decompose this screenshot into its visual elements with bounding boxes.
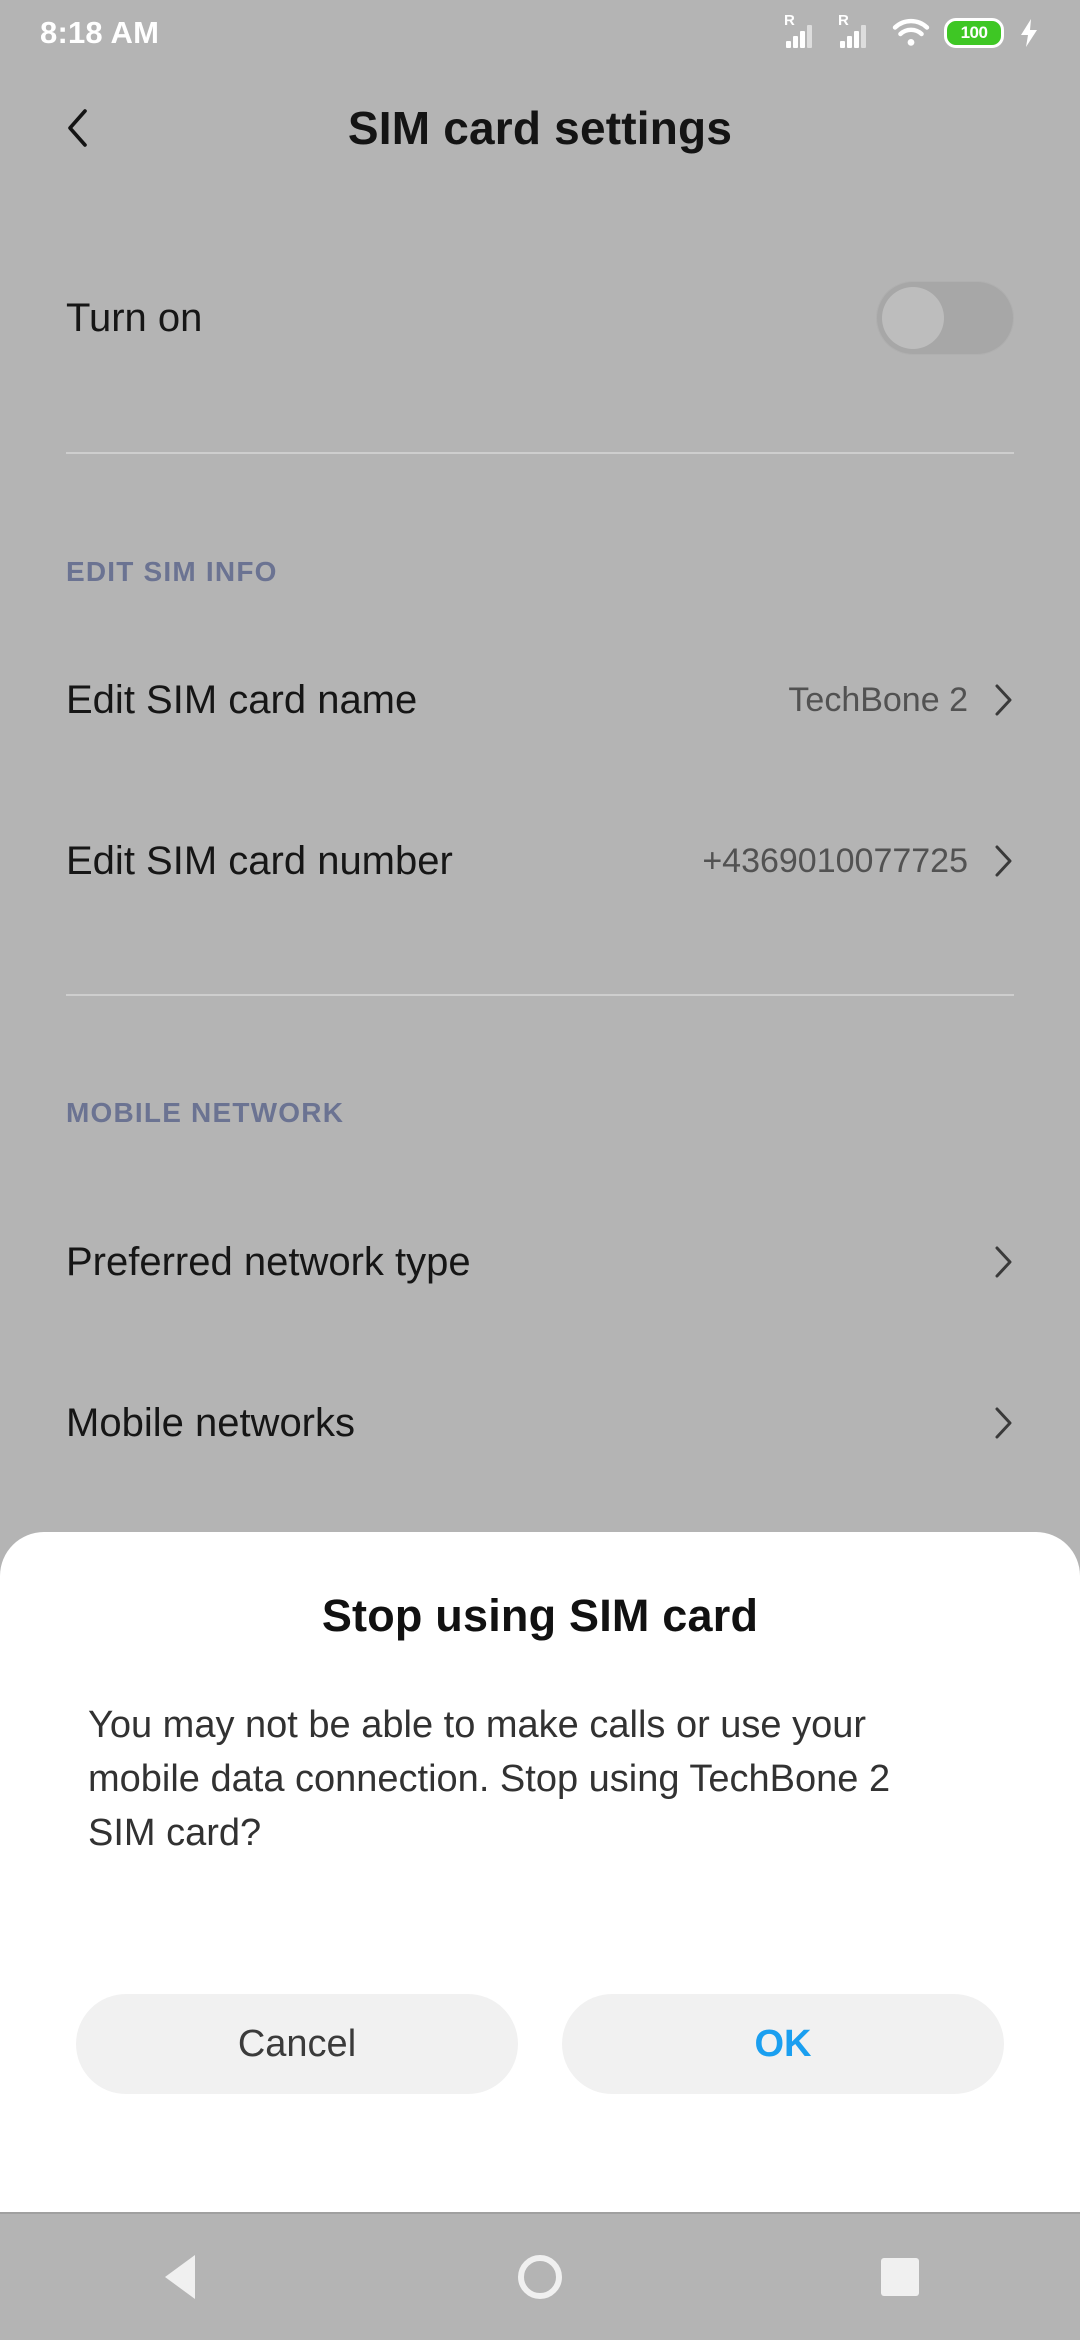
row-edit-sim-card-number[interactable]: Edit SIM card number +4369010077725	[0, 807, 1080, 915]
row-edit-sim-card-name-value: TechBone 2	[788, 680, 968, 719]
cancel-button[interactable]: Cancel	[76, 1994, 518, 2094]
section-divider-1	[66, 452, 1014, 454]
chevron-right-icon	[994, 683, 1014, 717]
signal-bars-sim2	[840, 24, 866, 48]
row-edit-sim-card-number-label: Edit SIM card number	[66, 838, 453, 883]
section-header-mobile-network: MOBILE NETWORK	[66, 1097, 345, 1128]
dialog-message: You may not be able to make calls or use…	[88, 1704, 891, 1854]
nav-back-button[interactable]	[120, 2227, 240, 2327]
nav-recents-icon	[881, 2258, 919, 2296]
row-mobile-networks[interactable]: Mobile networks	[0, 1369, 1080, 1477]
stop-using-sim-dialog: Stop using SIM card You may not be able …	[0, 1532, 1080, 2212]
row-turn-on[interactable]: Turn on	[0, 264, 1080, 372]
signal-strength-sim1-icon: R	[784, 13, 824, 50]
nav-home-icon	[518, 2255, 562, 2299]
section-header-edit-sim-info: EDIT SIM INFO	[66, 556, 278, 587]
nav-recents-button[interactable]	[840, 2227, 960, 2327]
battery-icon: 100	[944, 18, 1004, 48]
chevron-right-icon	[994, 844, 1014, 878]
nav-back-icon	[165, 2255, 195, 2299]
chevron-right-icon	[994, 1245, 1014, 1279]
toggle-knob	[882, 287, 944, 349]
status-bar-icons: R R 100	[784, 13, 1040, 50]
row-preferred-network-type[interactable]: Preferred network type	[0, 1208, 1080, 1316]
page-title: SIM card settings	[347, 102, 733, 154]
section-divider-2	[66, 994, 1014, 996]
navigation-bar	[0, 2212, 1080, 2340]
turn-on-toggle[interactable]	[876, 281, 1014, 355]
chevron-right-icon	[994, 1406, 1014, 1440]
status-bar-clock: 8:18 AM	[40, 15, 160, 50]
dialog-title: Stop using SIM card	[321, 1590, 759, 1641]
charging-bolt-icon	[1018, 18, 1040, 48]
app-bar: SIM card settings	[0, 66, 1080, 190]
signal-bars-sim1	[786, 24, 812, 48]
status-bar: 8:18 AM R R 100	[0, 0, 1080, 66]
battery-percent-label: 100	[960, 23, 988, 42]
phone-screen: 8:18 AM R R 100 SIM card settings Turn o…	[0, 0, 1080, 2340]
nav-home-button[interactable]	[480, 2227, 600, 2327]
row-mobile-networks-label: Mobile networks	[66, 1400, 356, 1445]
row-turn-on-label: Turn on	[66, 295, 203, 340]
ok-button[interactable]: OK	[562, 1994, 1004, 2094]
row-edit-sim-card-number-value: +4369010077725	[702, 841, 968, 880]
row-edit-sim-card-name-label: Edit SIM card name	[66, 677, 418, 722]
dialog-button-row: Cancel OK	[76, 1994, 1004, 2094]
wifi-icon	[892, 18, 930, 48]
row-preferred-network-type-label: Preferred network type	[66, 1239, 471, 1284]
signal-strength-sim2-icon: R	[838, 13, 878, 50]
row-edit-sim-card-name[interactable]: Edit SIM card name TechBone 2	[0, 646, 1080, 754]
